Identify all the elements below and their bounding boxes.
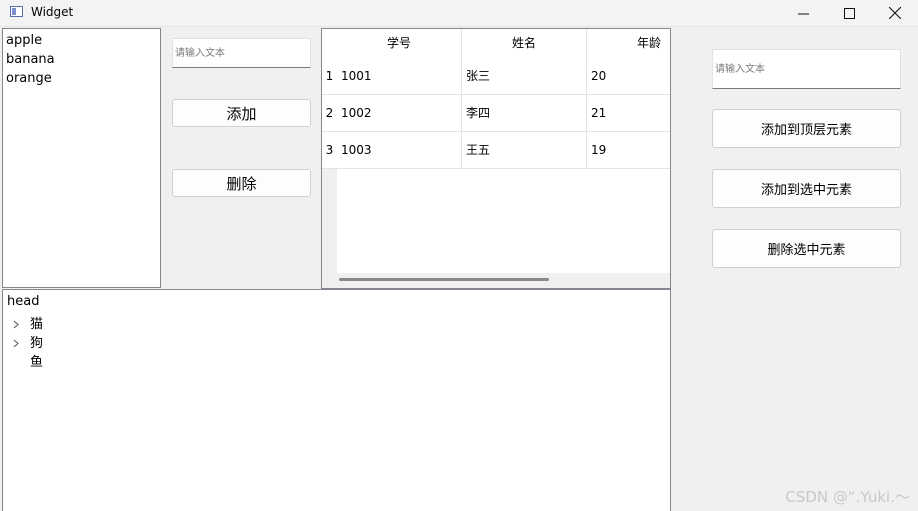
row-header[interactable]: 3: [322, 132, 337, 169]
tree-item-label: 狗: [30, 336, 44, 351]
add-button[interactable]: 添加: [172, 99, 311, 127]
table-cell[interactable]: 1001: [337, 58, 462, 95]
table-cell[interactable]: 20: [587, 58, 670, 95]
tree-header[interactable]: head: [7, 294, 39, 309]
table-cell[interactable]: 19: [587, 132, 670, 169]
table-corner: [322, 29, 337, 58]
tree-text-input[interactable]: [712, 49, 901, 89]
row-header[interactable]: 2: [322, 95, 337, 132]
list-text-input[interactable]: [172, 38, 311, 68]
watermark: CSDN @“.Yuki.～: [785, 488, 910, 506]
delete-button[interactable]: 删除: [172, 169, 311, 197]
title-bar[interactable]: Widget: [0, 0, 918, 27]
animal-tree[interactable]: head 猫 狗 鱼: [2, 289, 671, 511]
chevron-right-icon[interactable]: [11, 334, 21, 353]
chevron-right-icon[interactable]: [11, 315, 21, 334]
row-header-empty-area: [322, 169, 337, 273]
list-item[interactable]: apple: [3, 31, 160, 50]
window-title: Widget: [31, 5, 74, 19]
horizontal-scrollbar-thumb[interactable]: [339, 278, 549, 281]
tree-item-label: 猫: [30, 317, 44, 332]
table-cell[interactable]: 1002: [337, 95, 462, 132]
minimize-icon: [797, 13, 809, 14]
column-header-id[interactable]: 学号: [337, 29, 462, 58]
student-table[interactable]: 学号 姓名 年龄 1 2 3 1001 张三 20 1002 李四 21 100…: [321, 28, 671, 289]
close-button[interactable]: [872, 0, 918, 26]
table-grid[interactable]: 1001 张三 20 1002 李四 21 1003 王五 19: [337, 58, 670, 273]
add-to-selected-button[interactable]: 添加到选中元素: [712, 169, 901, 208]
tree-item-fish[interactable]: 鱼: [3, 353, 663, 372]
delete-selected-button[interactable]: 删除选中元素: [712, 229, 901, 268]
column-header-age[interactable]: 年龄: [587, 29, 670, 58]
maximize-button[interactable]: [826, 0, 872, 26]
add-to-top-level-button[interactable]: 添加到顶层元素: [712, 109, 901, 148]
tree-item-label: 鱼: [30, 355, 44, 370]
column-header-name[interactable]: 姓名: [462, 29, 587, 58]
fruit-list[interactable]: apple banana orange: [2, 28, 161, 288]
table-cell[interactable]: 21: [587, 95, 670, 132]
app-window-icon: [10, 6, 23, 17]
tree-item-dog[interactable]: 狗: [3, 334, 663, 353]
tree-item-cat[interactable]: 猫: [3, 315, 663, 334]
minimize-button[interactable]: [780, 0, 826, 26]
close-icon: [889, 7, 901, 19]
table-cell[interactable]: 王五: [462, 132, 587, 169]
maximize-icon: [843, 7, 855, 19]
row-header[interactable]: 1: [322, 58, 337, 95]
table-cell[interactable]: 李四: [462, 95, 587, 132]
table-cell[interactable]: 张三: [462, 58, 587, 95]
list-item[interactable]: banana: [3, 50, 160, 69]
table-cell[interactable]: 1003: [337, 132, 462, 169]
list-item[interactable]: orange: [3, 69, 160, 88]
